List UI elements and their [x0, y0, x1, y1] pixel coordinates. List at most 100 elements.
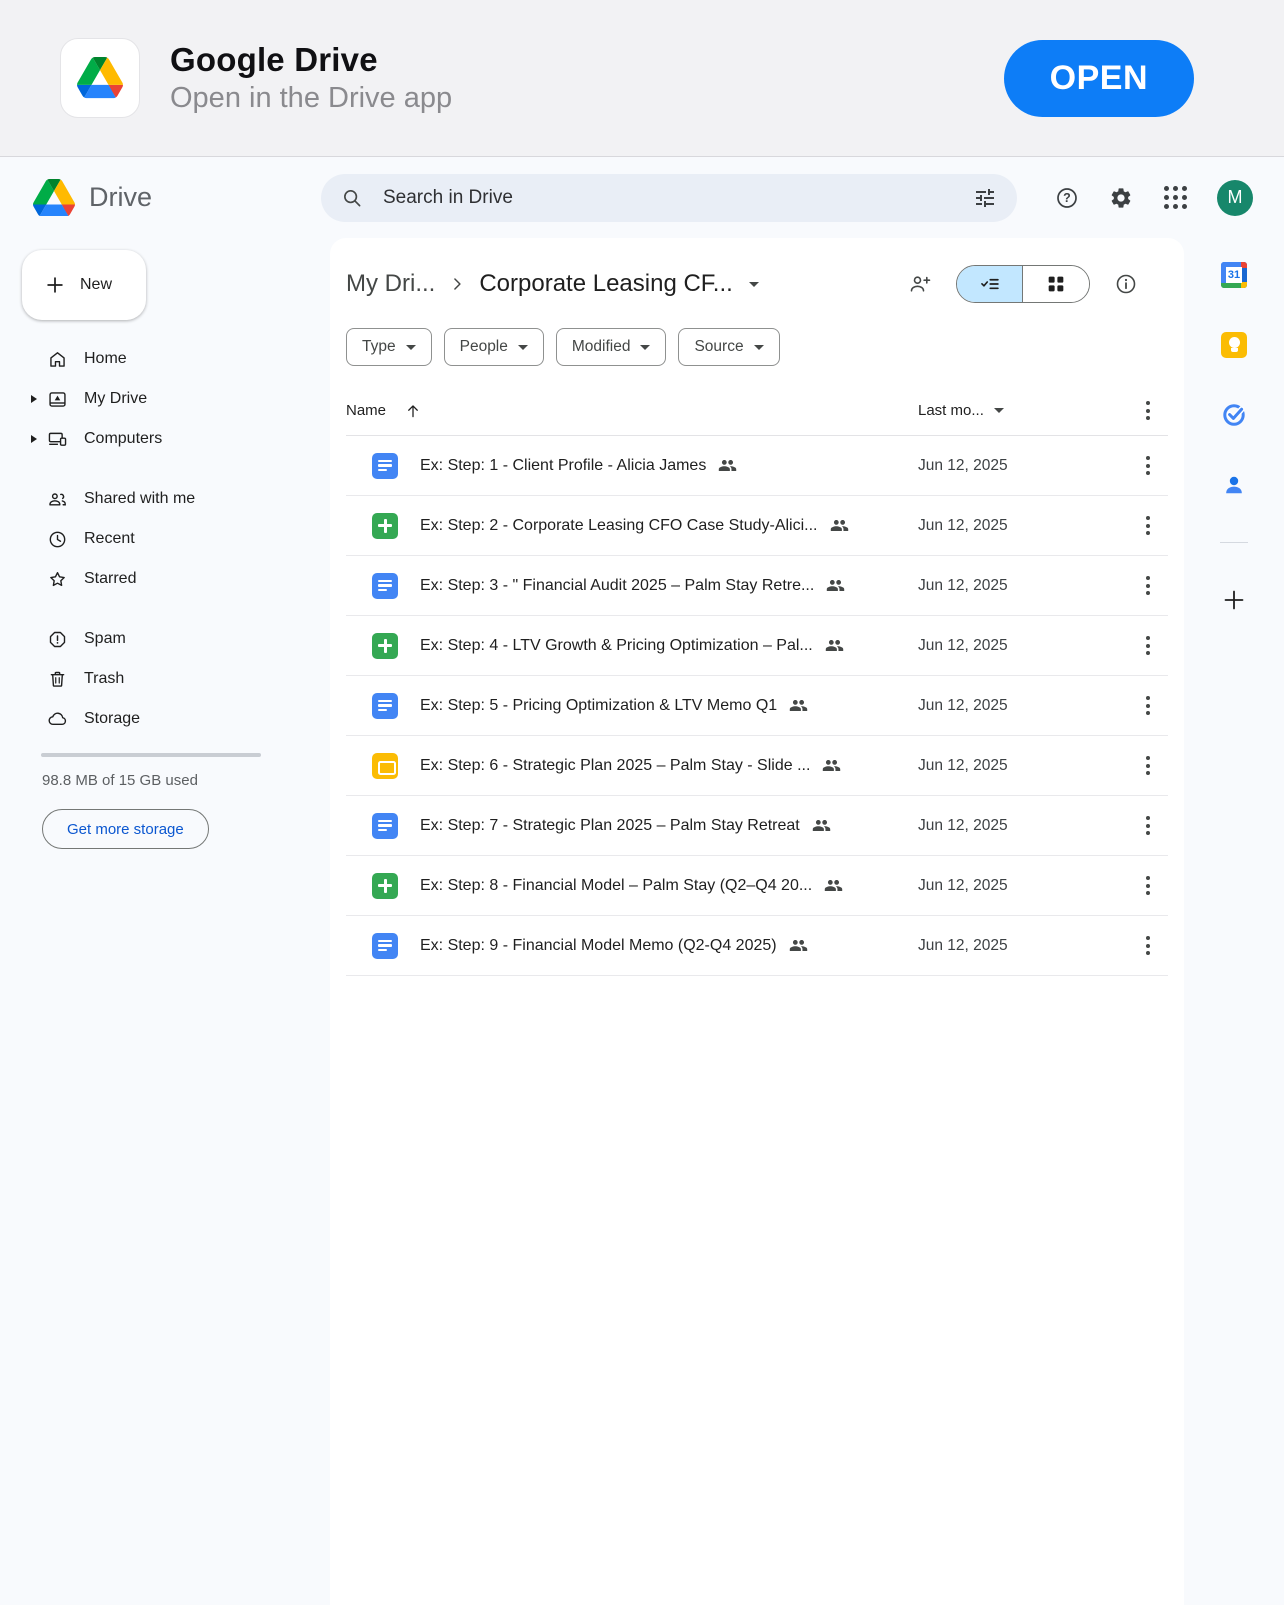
get-more-storage-button[interactable]: Get more storage	[42, 809, 209, 849]
file-row[interactable]: Ex: Step: 5 - Pricing Optimization & LTV…	[346, 676, 1168, 736]
storage-usage-text: 98.8 MB of 15 GB used	[42, 772, 198, 789]
more-options-icon[interactable]	[1140, 570, 1156, 601]
sort-ascending-icon[interactable]	[404, 402, 422, 420]
column-options-icon[interactable]	[1140, 395, 1156, 426]
settings-gear-icon[interactable]	[1109, 186, 1133, 210]
help-icon[interactable]: ?	[1055, 186, 1079, 210]
search-input[interactable]	[383, 186, 973, 209]
filter-chip-type[interactable]: Type	[346, 328, 432, 366]
sidebar-item-trash[interactable]: Trash	[0, 659, 330, 699]
more-options-icon[interactable]	[1140, 750, 1156, 781]
my-drive-icon	[49, 391, 66, 407]
sidebar-item-label: Starred	[84, 570, 137, 587]
name-column-header[interactable]: Name	[346, 402, 386, 419]
tasks-icon[interactable]	[1221, 402, 1247, 428]
expand-arrow-icon[interactable]	[31, 435, 37, 443]
tune-filters-icon[interactable]	[973, 186, 997, 210]
chip-label: Modified	[571, 338, 631, 355]
more-options-icon[interactable]	[1140, 930, 1156, 961]
keep-icon[interactable]	[1221, 332, 1247, 358]
sidebar-item-label: Recent	[84, 530, 135, 547]
modified-column-header[interactable]: Last mo...	[918, 402, 984, 419]
list-view-icon	[980, 278, 999, 290]
shared-people-icon	[830, 519, 848, 532]
sidebar-item-label: Spam	[84, 630, 126, 647]
table-header: Name Last mo...	[346, 386, 1168, 436]
filter-chips: Type People Modified Source	[346, 328, 1168, 366]
new-button[interactable]: New	[22, 250, 146, 320]
info-icon[interactable]	[1114, 272, 1138, 296]
panel-divider	[1220, 542, 1248, 543]
breadcrumb-parent[interactable]: My Dri...	[346, 270, 435, 298]
person-add-icon[interactable]	[908, 272, 932, 296]
sidebar-item-starred[interactable]: Starred	[0, 559, 330, 599]
contacts-icon[interactable]	[1221, 472, 1247, 498]
chip-label: Source	[694, 338, 744, 355]
sidebar-item-computers[interactable]: Computers	[0, 419, 330, 459]
more-options-icon[interactable]	[1140, 870, 1156, 901]
shared-people-icon	[823, 759, 841, 772]
file-row[interactable]: Ex: Step: 9 - Financial Model Memo (Q2-Q…	[346, 916, 1168, 976]
sidebar-item-storage[interactable]: Storage	[0, 699, 330, 739]
doc-icon	[372, 572, 398, 599]
shared-people-icon	[827, 579, 845, 592]
sidebar-item-label: Storage	[84, 710, 141, 727]
storage-progress-bar	[41, 753, 261, 757]
file-row[interactable]: Ex: Step: 7 - Strategic Plan 2025 – Palm…	[346, 796, 1168, 856]
doc-icon	[372, 932, 398, 959]
file-modified: Jun 12, 2025	[918, 516, 1008, 534]
smart-app-banner: Google Drive Open in the Drive app OPEN	[0, 0, 1284, 157]
calendar-icon[interactable]: 31	[1221, 262, 1247, 288]
sidebar-item-home[interactable]: Home	[0, 339, 330, 379]
file-name: Ex: Step: 4 - LTV Growth & Pricing Optim…	[420, 636, 813, 654]
filter-chip-modified[interactable]: Modified	[555, 328, 667, 366]
search-bar[interactable]	[321, 173, 1017, 222]
file-modified: Jun 12, 2025	[918, 696, 1008, 714]
chevron-down-icon	[640, 344, 651, 350]
drive-logo-icon	[33, 178, 75, 217]
file-row[interactable]: Ex: Step: 8 - Financial Model – Palm Sta…	[346, 856, 1168, 916]
folder-menu-caret-icon[interactable]	[748, 281, 759, 287]
file-modified: Jun 12, 2025	[918, 816, 1008, 834]
file-row[interactable]: Ex: Step: 1 - Client Profile - Alicia Ja…	[346, 436, 1168, 496]
file-name: Ex: Step: 5 - Pricing Optimization & LTV…	[420, 696, 778, 714]
svg-text:?: ?	[1063, 191, 1071, 205]
chevron-right-icon	[454, 278, 461, 290]
chevron-down-icon[interactable]	[993, 408, 1004, 413]
sidebar-item-spam[interactable]: Spam	[0, 619, 330, 659]
list-view-button[interactable]	[957, 266, 1023, 302]
google-apps-grid-icon[interactable]	[1163, 186, 1187, 210]
open-app-button[interactable]: OPEN	[1003, 39, 1194, 117]
sidebar-item-my-drive[interactable]: My Drive	[0, 379, 330, 419]
grid-view-button[interactable]	[1023, 266, 1089, 302]
file-name: Ex: Step: 2 - Corporate Leasing CFO Case…	[420, 516, 818, 534]
more-options-icon[interactable]	[1140, 810, 1156, 841]
banner-subtitle: Open in the Drive app	[170, 82, 453, 114]
more-options-icon[interactable]	[1140, 450, 1156, 481]
more-options-icon[interactable]	[1140, 510, 1156, 541]
file-name: Ex: Step: 7 - Strategic Plan 2025 – Palm…	[420, 816, 800, 834]
shared-people-icon	[789, 699, 808, 712]
view-toggle[interactable]	[956, 265, 1090, 303]
add-panel-app-icon[interactable]	[1221, 587, 1247, 613]
more-options-icon[interactable]	[1140, 690, 1156, 721]
breadcrumb-current-folder[interactable]: Corporate Leasing CF...	[479, 270, 732, 298]
filter-chip-people[interactable]: People	[443, 328, 544, 366]
calendar-day-number: 31	[1226, 267, 1242, 283]
file-row[interactable]: Ex: Step: 4 - LTV Growth & Pricing Optim…	[346, 616, 1168, 676]
account-avatar[interactable]: M	[1217, 179, 1253, 216]
sidebar-item-recent[interactable]: Recent	[0, 519, 330, 559]
file-row[interactable]: Ex: Step: 6 - Strategic Plan 2025 – Palm…	[346, 736, 1168, 796]
sidebar-item-shared-with-me[interactable]: Shared with me	[0, 479, 330, 519]
chevron-down-icon	[753, 344, 764, 350]
expand-arrow-icon[interactable]	[31, 395, 37, 403]
file-row[interactable]: Ex: Step: 2 - Corporate Leasing CFO Case…	[346, 496, 1168, 556]
file-modified: Jun 12, 2025	[918, 456, 1008, 474]
breadcrumb: My Dri... Corporate Leasing CF...	[346, 262, 1168, 306]
filter-chip-source[interactable]: Source	[678, 328, 780, 366]
plus-icon	[47, 277, 63, 293]
sidebar-item-label: Home	[84, 350, 127, 367]
shared-people-icon	[719, 459, 737, 472]
more-options-icon[interactable]	[1140, 630, 1156, 661]
file-row[interactable]: Ex: Step: 3 - " Financial Audit 2025 – P…	[346, 556, 1168, 616]
